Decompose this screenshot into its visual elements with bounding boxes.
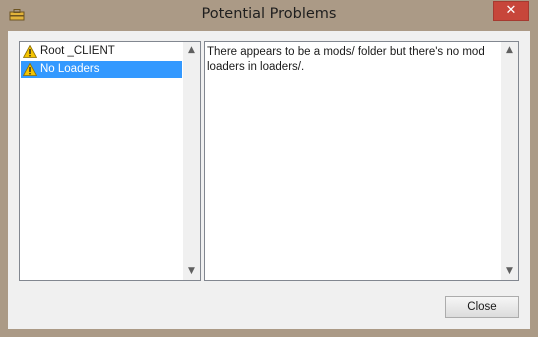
close-button[interactable]: Close [445, 296, 519, 318]
list-item[interactable]: Root _CLIENT [21, 43, 182, 60]
list-item-label: Root _CLIENT [40, 45, 115, 57]
details-textbox[interactable]: There appears to be a mods/ folder but t… [204, 41, 519, 281]
window-title: Potential Problems [201, 6, 337, 22]
scroll-up-arrow-icon[interactable]: ▲ [501, 42, 518, 59]
list-scrollbar[interactable]: ▲ ▼ [183, 42, 200, 280]
window-close-button[interactable]: ✕ [493, 1, 529, 21]
warning-icon [23, 63, 37, 76]
details-scrollbar[interactable]: ▲ ▼ [501, 42, 518, 280]
problems-list[interactable]: Root _CLIENT No Loaders ▲ ▼ [19, 41, 201, 281]
details-text: There appears to be a mods/ folder but t… [207, 46, 485, 73]
scroll-down-arrow-icon[interactable]: ▼ [501, 263, 518, 280]
title-bar: Potential Problems ✕ [0, 0, 538, 31]
warning-icon [23, 45, 37, 58]
scroll-up-arrow-icon[interactable]: ▲ [183, 42, 200, 59]
scroll-down-arrow-icon[interactable]: ▼ [183, 263, 200, 280]
list-item-label: No Loaders [40, 63, 100, 75]
dialog-body: Root _CLIENT No Loaders ▲ ▼ There appear… [8, 31, 530, 329]
list-item-selected[interactable]: No Loaders [21, 61, 182, 78]
